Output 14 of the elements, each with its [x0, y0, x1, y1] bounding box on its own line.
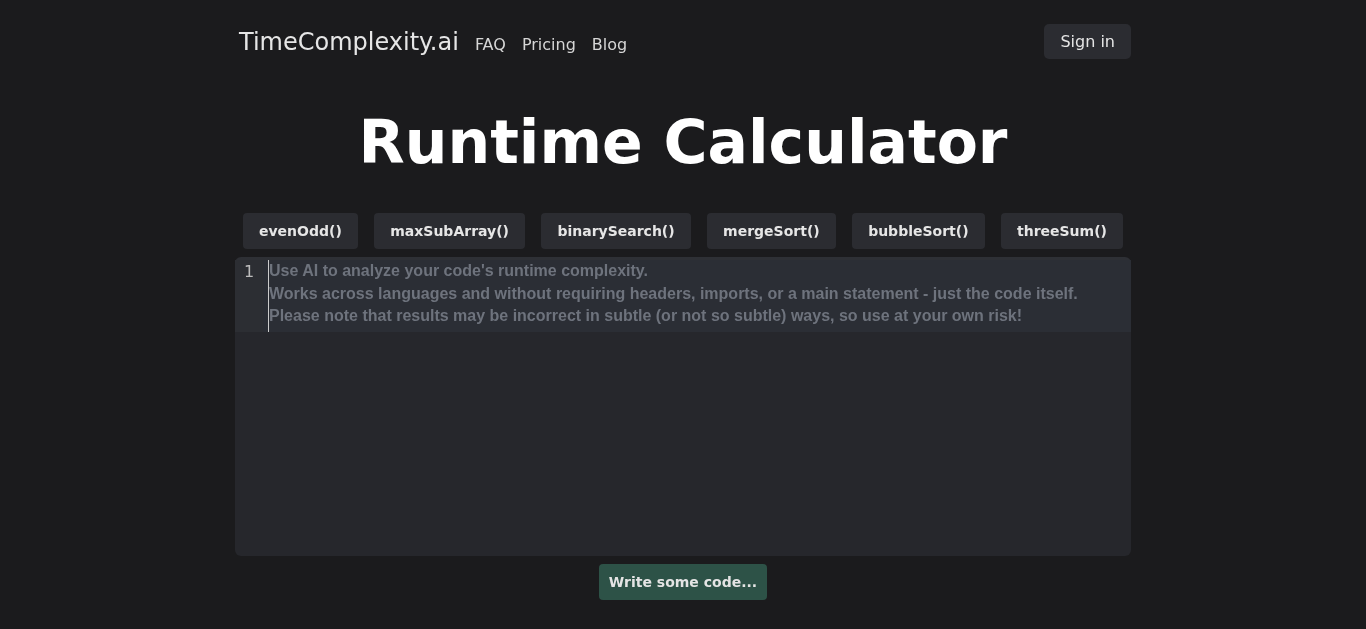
- example-button[interactable]: mergeSort(): [707, 213, 836, 249]
- example-button[interactable]: maxSubArray(): [374, 213, 525, 249]
- example-button[interactable]: threeSum(): [1000, 213, 1123, 249]
- page-title: Runtime Calculator: [357, 107, 1009, 177]
- nav-link[interactable]: FAQ: [474, 34, 506, 54]
- site-logo[interactable]: TimeComplexity.ai: [239, 27, 459, 56]
- editor-placeholder: Use AI to analyze your code's runtime complexity. Works across languages and without requiring headers, imports, or a main statement - just the code itself. Please note that results may be incorrect in subtle (or not so subtle) ways, so use at your own risk!: [268, 260, 1078, 332]
- example-button[interactable]: binarySearch(): [541, 213, 691, 249]
- example-button[interactable]: evenOdd(): [243, 213, 358, 249]
- nav-link[interactable]: Blog: [591, 34, 628, 54]
- example-button[interactable]: bubbleSort(): [852, 213, 985, 249]
- nav-link[interactable]: Pricing: [521, 34, 576, 54]
- sign-in-button[interactable]: Sign in: [1044, 24, 1131, 59]
- code-editor-field[interactable]: [235, 257, 1131, 556]
